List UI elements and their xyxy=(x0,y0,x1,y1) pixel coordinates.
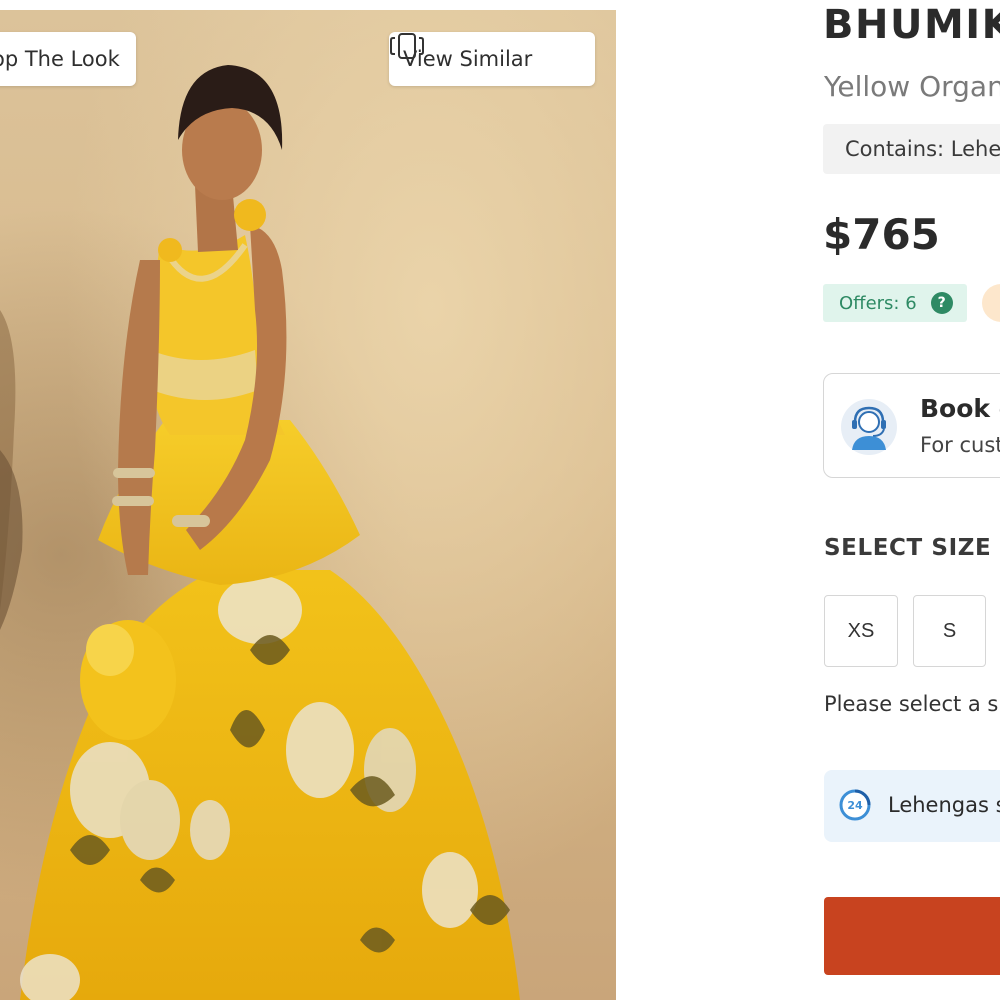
shipping-banner-text: Lehengas s xyxy=(888,793,1000,817)
select-size-heading: SELECT SIZE xyxy=(824,535,992,561)
phone-stack-icon xyxy=(390,33,424,59)
clock-24-icon: 24 xyxy=(839,789,871,821)
model-photo-illustration xyxy=(0,65,520,1000)
brand-name: BHUMIK xyxy=(823,2,1000,48)
offers-label: Offers: 6 xyxy=(839,292,917,314)
svg-text:24: 24 xyxy=(847,799,863,812)
question-icon[interactable]: ? xyxy=(930,292,953,314)
shop-the-look-button[interactable]: op The Look xyxy=(0,32,136,86)
size-select-message: Please select a siz xyxy=(824,692,1000,716)
offers-badge[interactable]: Offers: 6 ? xyxy=(823,284,967,322)
product-price: $765 xyxy=(823,210,940,259)
book-card-subtitle: For cust xyxy=(920,433,1000,457)
secondary-offer-chip[interactable] xyxy=(982,284,1000,322)
size-option-xs[interactable]: XS xyxy=(824,595,898,667)
shop-the-look-label: op The Look xyxy=(0,47,120,71)
product-subtitle: Yellow Organ xyxy=(824,70,1000,103)
shipping-banner: 24 Lehengas s xyxy=(824,770,1000,842)
view-similar-button[interactable]: View Similar xyxy=(389,32,595,86)
product-image[interactable]: op The Look View Similar xyxy=(0,10,616,1000)
contains-badge: Contains: Lehe xyxy=(823,124,1000,174)
support-agent-icon xyxy=(841,399,897,455)
book-consultation-card[interactable]: Book c For cust xyxy=(823,373,1000,478)
size-option-s[interactable]: S xyxy=(913,595,986,667)
add-to-bag-button[interactable] xyxy=(824,897,1000,975)
book-card-title: Book c xyxy=(920,394,1000,423)
